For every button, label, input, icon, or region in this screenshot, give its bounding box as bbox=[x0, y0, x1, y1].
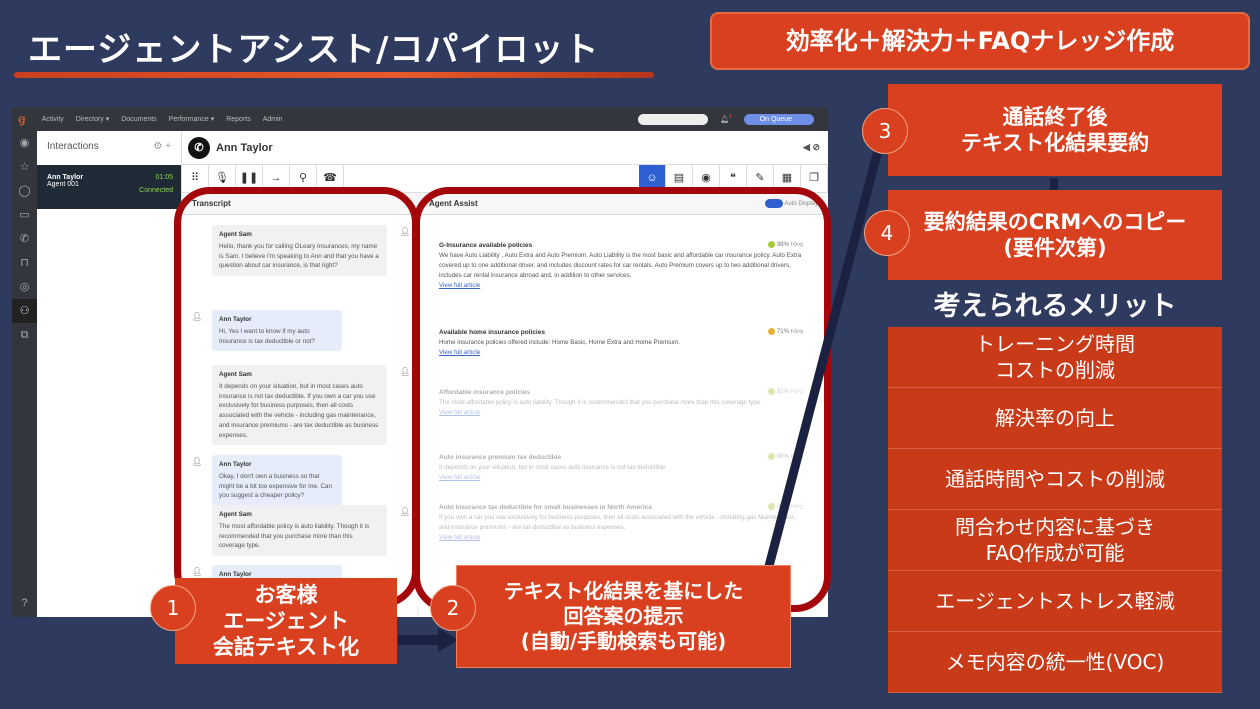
step2-number: 2 bbox=[430, 585, 476, 631]
merit-text: 通話時間やコストの削減 bbox=[945, 467, 1165, 491]
step4-number: 4 bbox=[864, 210, 910, 256]
arrow-to-summary bbox=[763, 133, 887, 572]
merit-text: メモ内容の統一性(VOC) bbox=[945, 650, 1165, 674]
merit-text: コストの削減 bbox=[995, 358, 1115, 382]
merit-text: 問合わせ内容に基づき bbox=[955, 515, 1155, 539]
step1-box: お客様 エージェント 会話テキスト化 bbox=[175, 578, 397, 664]
merit-item: 通話時間やコストの削減 bbox=[888, 449, 1222, 510]
merit-title: 考えられるメリット bbox=[933, 291, 1177, 322]
merit-list: トレーニング時間 コストの削減 解決率の向上 通話時間やコストの削減 問合わせ内容に基づ… bbox=[888, 327, 1222, 693]
merit-item: トレーニング時間 コストの削減 bbox=[888, 327, 1222, 388]
merit-text: トレーニング時間 bbox=[975, 332, 1135, 356]
step3-box: 通話終了後 テキスト化結果要約 bbox=[888, 84, 1222, 176]
merit-text: 解決率の向上 bbox=[995, 406, 1115, 430]
arrow-head bbox=[438, 628, 458, 652]
merit-item: 問合わせ内容に基づき FAQ作成が可能 bbox=[888, 510, 1222, 571]
merit-item: メモ内容の統一性(VOC) bbox=[888, 632, 1222, 693]
merit-text: エージェントストレス軽減 bbox=[935, 589, 1175, 613]
step2-box: テキスト化結果を基にした 回答案の提示 (自動/手動検索も可能) bbox=[456, 565, 791, 668]
step1-number: 1 bbox=[150, 585, 196, 631]
merit-text: FAQ作成が可能 bbox=[985, 541, 1125, 565]
step3-number: 3 bbox=[862, 108, 908, 154]
merit-item: エージェントストレス軽減 bbox=[888, 571, 1222, 632]
step4-box: 要約結果のCRMへのコピー (要件次第) bbox=[888, 190, 1222, 280]
merit-item: 解決率の向上 bbox=[888, 388, 1222, 449]
